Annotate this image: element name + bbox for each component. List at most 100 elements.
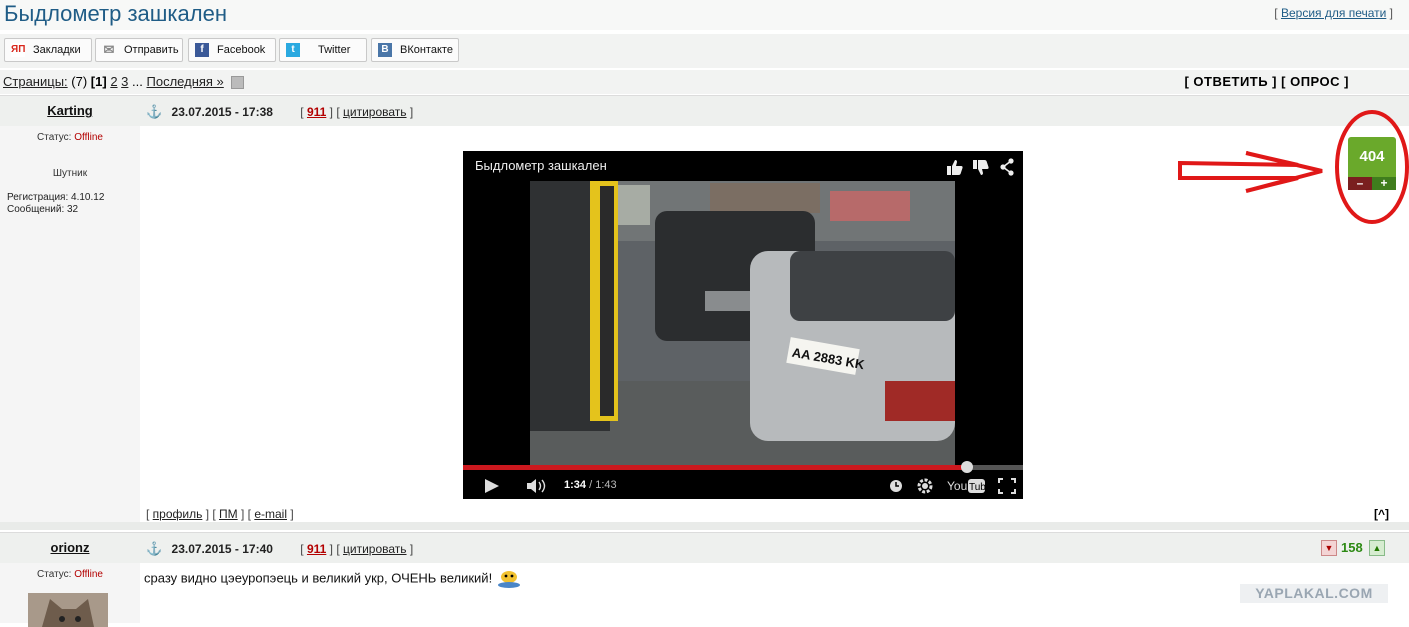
post-author[interactable]: Karting [0, 103, 140, 118]
user-rank: Шутник [52, 168, 88, 179]
play-icon[interactable] [483, 477, 513, 495]
email-link[interactable]: e-mail [254, 507, 287, 521]
post-number[interactable]: 911 [307, 542, 326, 556]
video-scrub-handle[interactable] [961, 461, 973, 473]
video-frame[interactable]: AA 2883 KK [530, 181, 955, 466]
video-progress-fill [463, 465, 967, 470]
bookmarks-label: Закладки [33, 44, 81, 56]
youtube-logo-icon[interactable]: YouTube [946, 477, 986, 495]
post-footer-links: [ профиль ] [ ПМ ] [ e-mail ] [146, 507, 294, 521]
topic-actions: [ ОТВЕТИТЬ ] [ ОПРОС ] [1184, 74, 1349, 89]
status-value: Offline [74, 569, 103, 580]
dislike-icon[interactable] [973, 160, 989, 175]
svg-text:Tube: Tube [969, 482, 986, 493]
post-body: сразу видно цэеуропэець и великий укр, О… [144, 570, 522, 588]
status-value: Offline [74, 132, 103, 143]
post-number[interactable]: 911 [307, 105, 326, 119]
post-number-wrap: [ 911 ] [ цитировать ] [300, 542, 414, 556]
send-button[interactable]: ✉ Отправить [95, 38, 183, 62]
jump-icon[interactable] [231, 76, 245, 90]
video-current-time: 1:34 [564, 479, 587, 491]
post-number-wrap: [ 911 ] [ цитировать ] [300, 105, 414, 119]
status-label: Статус: [37, 132, 72, 143]
vk-label: ВКонтакте [400, 44, 453, 56]
status-label: Статус: [37, 569, 72, 580]
quote-link[interactable]: цитировать [343, 105, 407, 119]
video-title[interactable]: Быдлометр зашкален [475, 158, 607, 173]
thumbs-down-icon[interactable]: ▼ [1321, 540, 1337, 556]
twitter-icon: t [286, 43, 300, 57]
pages-label[interactable]: Страницы: [3, 74, 68, 89]
thumbs-up-icon[interactable]: ▲ [1369, 540, 1385, 556]
profile-link[interactable]: профиль [153, 507, 203, 521]
pm-link[interactable]: ПМ [219, 507, 238, 521]
smiley-icon [496, 570, 522, 588]
post-sidebar: Статус: Offline Шутник Регистрация: 4.10… [0, 126, 140, 522]
post-header: orionz ⚓ 23.07.2015 - 17:40 [ 911 ] [ ци… [0, 532, 1409, 563]
cat-avatar-image [28, 593, 108, 627]
post-rating-small: ▼ 158 ▲ [1321, 538, 1385, 558]
rating-plus-button[interactable]: + [1372, 177, 1396, 190]
last-page-link[interactable]: Последняя » [147, 74, 224, 89]
video-top-controls [947, 158, 1014, 176]
vk-icon: B [378, 43, 392, 57]
post-date: 23.07.2015 - 17:38 [171, 105, 273, 119]
video-still: AA 2883 KK [530, 181, 955, 466]
post-rating: 404 – + [1348, 137, 1396, 192]
back-to-top-link[interactable]: [^] [1374, 507, 1389, 521]
yaplakal-icon: ЯП [11, 43, 26, 57]
user-status: Статус: Offline [0, 569, 140, 580]
envelope-icon: ✉ [103, 42, 115, 57]
user-status: Статус: Offline [0, 132, 140, 143]
share-bar: ЯП Закладки ✉ Отправить f Facebook t Twi… [0, 34, 1409, 68]
share-icon[interactable] [1000, 158, 1014, 176]
user-registration: Регистрация: 4.10.12 [7, 192, 105, 203]
send-label: Отправить [124, 44, 179, 56]
twitter-label: Twitter [318, 44, 351, 56]
twitter-button[interactable]: t Twitter [279, 38, 367, 62]
video-total-time: / 1:43 [589, 479, 617, 491]
post-date: 23.07.2015 - 17:40 [171, 542, 273, 556]
page-link-2[interactable]: 2 [110, 74, 117, 89]
facebook-button[interactable]: f Facebook [188, 38, 276, 62]
title-bar: Быдлометр зашкален [ Версия для печати ] [0, 0, 1409, 30]
anchor-icon[interactable]: ⚓ [146, 541, 162, 556]
settings-gear-icon[interactable] [916, 477, 934, 495]
svg-text:You: You [947, 479, 967, 493]
user-messages: Сообщений: 32 [7, 204, 79, 215]
current-page: [1] [90, 74, 107, 89]
post-author[interactable]: orionz [0, 540, 140, 555]
facebook-label: Facebook [217, 44, 266, 56]
print-version-link[interactable]: Версия для печати [1281, 6, 1386, 20]
video-time: 1:34 / 1:43 [564, 479, 617, 491]
pagination: Страницы: (7) [1] 2 3 ... Последняя » [3, 74, 245, 90]
rating-score-small: 158 [1341, 540, 1363, 555]
poll-button[interactable]: [ ОПРОС ] [1281, 74, 1349, 89]
watermark: YAPLAKAL.COM [1240, 584, 1388, 603]
post-separator [0, 522, 1409, 530]
print-version[interactable]: [ Версия для печати ] [1274, 6, 1393, 20]
facebook-icon: f [195, 43, 209, 57]
rating-minus-button[interactable]: – [1348, 177, 1372, 190]
like-icon[interactable] [947, 160, 963, 175]
fullscreen-icon[interactable] [997, 477, 1017, 495]
user-info: Регистрация: 4.10.12 Сообщений: 32 [7, 192, 104, 216]
reply-button[interactable]: [ ОТВЕТИТЬ ] [1184, 74, 1277, 89]
pages-count: (7) [71, 74, 88, 89]
rating-score: 404 [1348, 137, 1396, 177]
avatar[interactable] [28, 593, 108, 627]
pagination-bar: Страницы: (7) [1] 2 3 ... Последняя » [ … [0, 70, 1409, 94]
page-title: Быдлометр зашкален [4, 1, 227, 26]
volume-icon[interactable] [525, 477, 549, 495]
video-progress-bar[interactable] [463, 461, 1023, 473]
pages-ellipsis: ... [132, 74, 143, 89]
video-player[interactable]: Быдлометр зашкален AA 2883 KK 1:34 / 1:4… [463, 151, 1023, 499]
bookmarks-button[interactable]: ЯП Закладки [4, 38, 92, 62]
page-link-3[interactable]: 3 [121, 74, 128, 89]
post-meta: ⚓ 23.07.2015 - 17:38 [ 911 ] [ цитироват… [146, 104, 413, 120]
quote-link[interactable]: цитировать [343, 542, 407, 556]
post-meta: ⚓ 23.07.2015 - 17:40 [ 911 ] [ цитироват… [146, 541, 413, 557]
vk-button[interactable]: B ВКонтакте [371, 38, 459, 62]
watch-later-icon[interactable] [888, 478, 906, 494]
anchor-icon[interactable]: ⚓ [146, 104, 162, 119]
